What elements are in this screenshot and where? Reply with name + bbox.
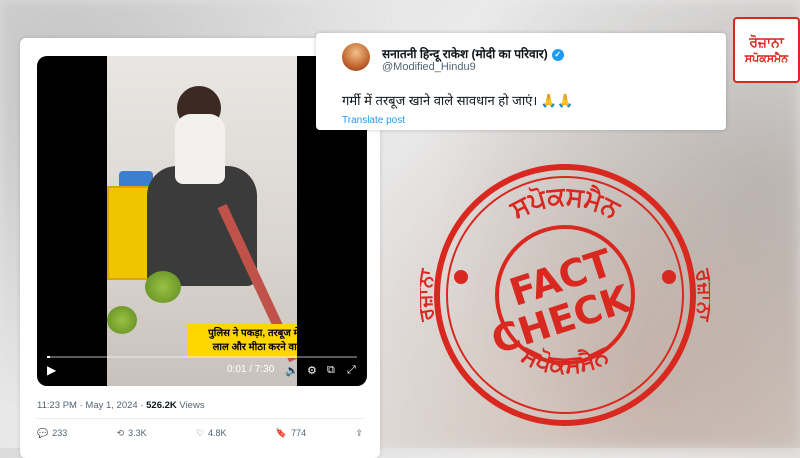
views-count: 526.2K	[146, 400, 177, 411]
logo-line-1: ਰੋਜ਼ਾਨਾ	[749, 34, 784, 50]
stamp-top-text: ਸਪੋਕਸਮੈਨ	[505, 182, 626, 226]
share-button[interactable]: ⇪	[355, 426, 363, 440]
reply-count: 233	[52, 428, 68, 438]
repost-button[interactable]: ⟲ 3.3K	[117, 426, 147, 440]
person-body	[147, 166, 257, 286]
watermelon-image	[145, 271, 181, 303]
tweet-meta: 11:23 PM · May 1, 2024 · 526.2K Views	[37, 400, 205, 411]
settings-icon[interactable]: ⚙	[307, 364, 317, 377]
heart-icon: ♡	[195, 427, 205, 438]
repost-count: 3.3K	[128, 428, 147, 438]
stamp-dot-right	[662, 270, 676, 284]
repost-icon: ⟲	[116, 427, 125, 438]
fact-check-stamp: ਸਪੋਕਸਮੈਨ ਸਪੋਕਸਮੈਨ ਰੋਜ਼ਾਨਾ ਰੋਜ਼ਾਨਾ FACT C…	[412, 160, 718, 430]
share-icon: ⇪	[355, 427, 363, 438]
video-frame: पुलिस ने पकड़ा, तरबूज में लगा रहा था लाल…	[107, 56, 297, 386]
author-name[interactable]: सनातनी हिन्दू राकेश (मोदी का परिवार) ✓	[382, 45, 564, 62]
avatar[interactable]	[342, 43, 370, 71]
caption-line-1: पुलिस ने पकड़ा, तरबूज में लगा रहा था	[208, 328, 297, 339]
tweet-actions: 💬 233 ⟲ 3.3K ♡ 4.8K 🔖 774 ⇪	[37, 426, 363, 440]
translate-post-link[interactable]: Translate post	[342, 115, 405, 126]
divider	[37, 418, 363, 419]
progress-bar[interactable]	[47, 356, 357, 358]
play-icon[interactable]: ▶	[47, 363, 56, 377]
verified-badge-icon: ✓	[551, 48, 564, 61]
brand-logo: ਰੋਜ਼ਾਨਾ ਸਪੋਕਸਮੈਨ	[733, 17, 800, 83]
logo-line-2: ਸਪੋਕਸਮੈਨ	[744, 53, 789, 65]
author-name-text: सनातनी हिन्दू राकेश (मोदी का परिवार)	[382, 47, 548, 61]
pip-icon[interactable]: ⧉	[327, 364, 335, 377]
stamp-graphic: ਸਪੋਕਸਮੈਨ ਸਪੋਕਸਮੈਨ ਰੋਜ਼ਾਨਾ ਰੋਜ਼ਾਨਾ FACT C…	[412, 164, 718, 426]
bookmark-icon: 🔖	[275, 427, 288, 438]
reply-icon: 💬	[37, 427, 49, 438]
bookmark-button[interactable]: 🔖 774	[276, 426, 306, 440]
tweet-time: 11:23 PM · May 1, 2024 ·	[37, 400, 147, 411]
like-count: 4.8K	[208, 428, 227, 438]
reply-button[interactable]: 💬 233	[37, 426, 67, 440]
like-button[interactable]: ♡ 4.8K	[196, 426, 227, 440]
quoted-post-card: सनातनी हिन्दू राकेश (मोदी का परिवार) ✓ @M…	[316, 33, 726, 130]
author-handle[interactable]: @Modified_Hindu9	[382, 61, 476, 73]
stamp-dot-left	[454, 270, 468, 284]
video-controls: ▶ 0:01 / 7:30 🔈 ⚙ ⧉ ⤢	[37, 352, 367, 386]
video-time: 0:01 / 7:30	[227, 364, 275, 375]
fullscreen-icon[interactable]: ⤢	[347, 364, 356, 377]
person-mask	[175, 114, 225, 184]
volume-icon[interactable]: 🔈	[285, 364, 299, 377]
progress-fill	[47, 356, 51, 358]
views-label: Views	[176, 400, 205, 411]
watermelon-image-2	[107, 306, 137, 334]
crate-image	[107, 186, 151, 280]
post-text: गर्मी में तरबूज खाने वाले सावधान हो जाएं…	[342, 93, 574, 108]
bookmark-count: 774	[291, 428, 307, 438]
